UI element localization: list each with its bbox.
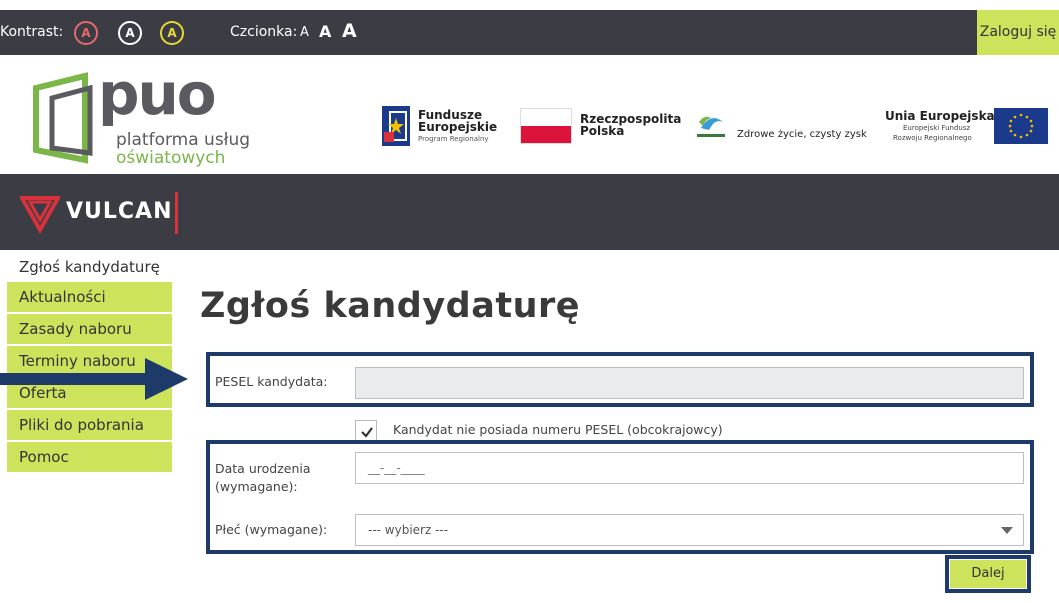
no-pesel-label[interactable]: Kandydat nie posiada numeru PESEL (obcok… (393, 422, 723, 437)
brand-divider (175, 192, 178, 234)
gender-selected-value: --- wybierz --- (368, 523, 449, 537)
page-title: Zgłoś kandydaturę (200, 286, 580, 326)
pesel-label: PESEL kandydata: (215, 374, 328, 389)
accessibility-bar: Kontrast: A A A Czcionka: A A A Zaloguj … (0, 10, 1059, 55)
birthdate-label-line2: (wymagane): (215, 479, 298, 494)
birthdate-label-line1: Data urodzenia (215, 461, 311, 476)
eu-flag-icon (994, 108, 1048, 144)
contrast-yellow-button[interactable]: A (160, 21, 184, 45)
ue-line2: Rozwoju Regionalnego (893, 134, 972, 142)
fe-subtitle: Program Regionalny (418, 135, 489, 143)
sidebar-item-zasady-naboru[interactable]: Zasady naboru (7, 314, 172, 344)
fe-title2: Europejskie (418, 120, 498, 134)
fe-star-icon (382, 106, 410, 146)
vulcan-wordmark[interactable]: VULCAN (66, 199, 173, 224)
vulcan-logo-icon (20, 196, 60, 234)
font-small-button[interactable]: A (300, 25, 309, 40)
checkmark-icon (361, 427, 373, 438)
brand-bar: VULCAN (0, 174, 1059, 250)
sidebar-item-pliki-do-pobrania[interactable]: Pliki do pobrania (7, 410, 172, 440)
font-large-button[interactable]: A (342, 20, 357, 42)
login-button[interactable]: Zaloguj się (977, 10, 1059, 55)
warmia-mazury-icon (697, 116, 725, 137)
font-medium-button[interactable]: A (319, 22, 331, 41)
rp-line2: Polska (580, 124, 625, 138)
chevron-down-icon (1001, 527, 1013, 534)
no-pesel-checkbox[interactable] (355, 420, 377, 442)
sidebar-item-pomoc[interactable]: Pomoc (7, 442, 172, 472)
poland-flag-icon (520, 108, 572, 144)
ue-line1: Europejski Fundusz (903, 124, 971, 132)
puo-line1: platforma usług (116, 130, 251, 150)
puo-line2: oświatowych (116, 148, 226, 168)
gender-label: Płeć (wymagane): (215, 522, 328, 537)
birthdate-input[interactable]: __-__-____ (355, 452, 1024, 484)
puo-logo[interactable]: puo platforma usług oświatowych (30, 60, 250, 168)
next-button[interactable]: Dalej (950, 560, 1026, 588)
arrow-annotation-icon (0, 358, 188, 400)
wm-slogan: Zdrowe życie, czysty zysk (737, 129, 867, 140)
contrast-label: Kontrast: (0, 24, 64, 40)
pesel-input[interactable] (355, 367, 1024, 399)
puo-wordmark: puo (98, 60, 217, 128)
font-label: Czcionka: (230, 24, 298, 40)
ue-title: Unia Europejska (885, 109, 995, 123)
sidebar-item-aktualnosci[interactable]: Aktualności (7, 282, 172, 312)
contrast-white-button[interactable]: A (118, 21, 142, 45)
gender-select[interactable]: --- wybierz --- (355, 514, 1024, 546)
contrast-red-button[interactable]: A (74, 21, 98, 45)
sidebar-item-zglos-kandydature[interactable]: Zgłoś kandydaturę (19, 258, 160, 276)
